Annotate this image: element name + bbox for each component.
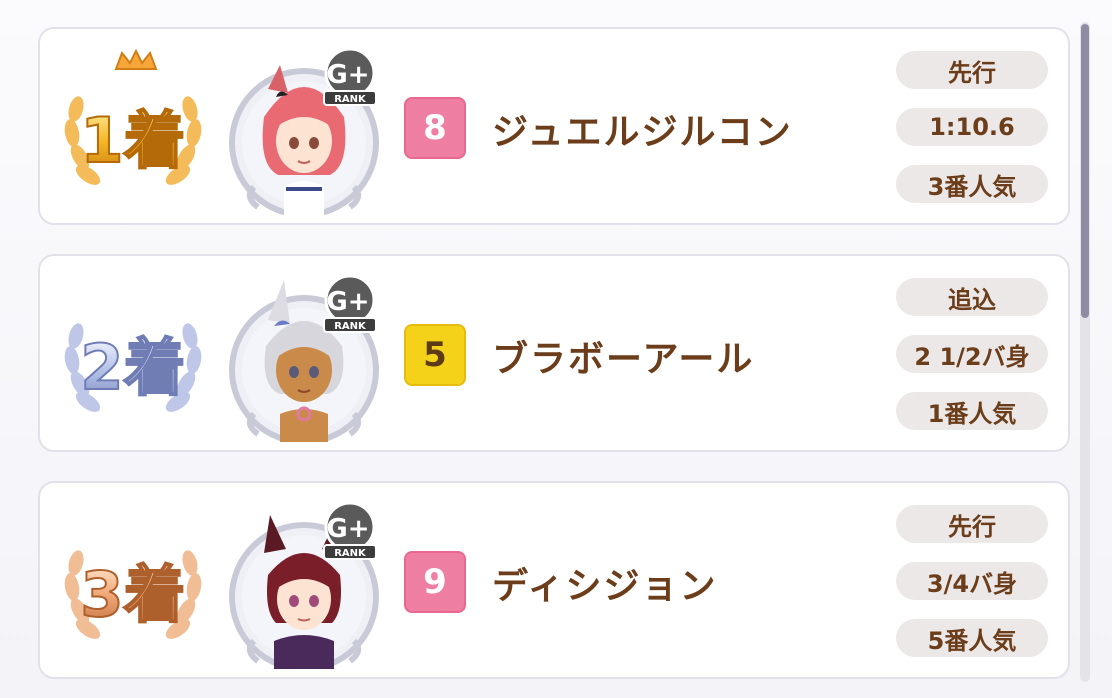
laurel-bronze-icon: 3着 xyxy=(64,550,202,639)
gate-number-badge: 9 xyxy=(404,551,466,613)
horse-name: ブラボーアール xyxy=(492,339,755,380)
popularity-pill: 3番人気 xyxy=(896,165,1048,203)
result-card-2nd[interactable]: 2着 G+ RANK 5 ブラボーアール 追込 2 1/2バ身 1番人気 xyxy=(38,254,1070,452)
rank-badge-icon: G+ RANK xyxy=(318,274,382,336)
popularity-pill: 1番人気 xyxy=(896,392,1048,430)
gate-number-badge: 8 xyxy=(404,97,466,159)
svg-text:3着: 3着 xyxy=(80,558,185,631)
time-margin-pill: 2 1/2バ身 xyxy=(896,335,1048,373)
popularity-pill: 5番人気 xyxy=(896,619,1048,657)
svg-text:G+: G+ xyxy=(326,514,369,544)
scrollbar-thumb[interactable] xyxy=(1081,24,1089,318)
svg-text:RANK: RANK xyxy=(334,321,367,332)
svg-text:2着: 2着 xyxy=(80,331,185,404)
place-emblem-1st: 1着 xyxy=(58,47,208,207)
laurel-crown-icon: 1着 xyxy=(64,48,202,185)
horse-name: ディシジョン xyxy=(492,566,718,607)
rank-badge-icon: G+ RANK xyxy=(318,501,382,563)
result-card-3rd[interactable]: 3着 G+ RANK 9 ディシジョン 先行 3/4バ身 5番人気 xyxy=(38,481,1070,679)
gate-number-badge: 5 xyxy=(404,324,466,386)
time-margin-pill: 3/4バ身 xyxy=(896,562,1048,600)
running-style-pill: 先行 xyxy=(896,51,1048,89)
svg-text:G+: G+ xyxy=(326,60,369,90)
svg-text:RANK: RANK xyxy=(334,548,367,559)
results-panel: 1着 G+ RANK 8 ジュエルジルコン 先行 1:10.6 3番人気 2着 … xyxy=(0,0,1112,698)
laurel-silver-icon: 2着 xyxy=(64,323,202,412)
running-style-pill: 追込 xyxy=(896,278,1048,316)
place-emblem-3rd: 3着 xyxy=(58,501,208,661)
place-emblem-2nd: 2着 xyxy=(58,274,208,434)
rank-badge-icon: G+ RANK xyxy=(318,47,382,109)
result-card-1st[interactable]: 1着 G+ RANK 8 ジュエルジルコン 先行 1:10.6 3番人気 xyxy=(38,27,1070,225)
running-style-pill: 先行 xyxy=(896,505,1048,543)
svg-text:G+: G+ xyxy=(326,287,369,317)
time-margin-pill: 1:10.6 xyxy=(896,108,1048,146)
svg-text:RANK: RANK xyxy=(334,94,367,105)
svg-text:1着: 1着 xyxy=(80,104,185,177)
horse-name: ジュエルジルコン xyxy=(492,112,793,153)
